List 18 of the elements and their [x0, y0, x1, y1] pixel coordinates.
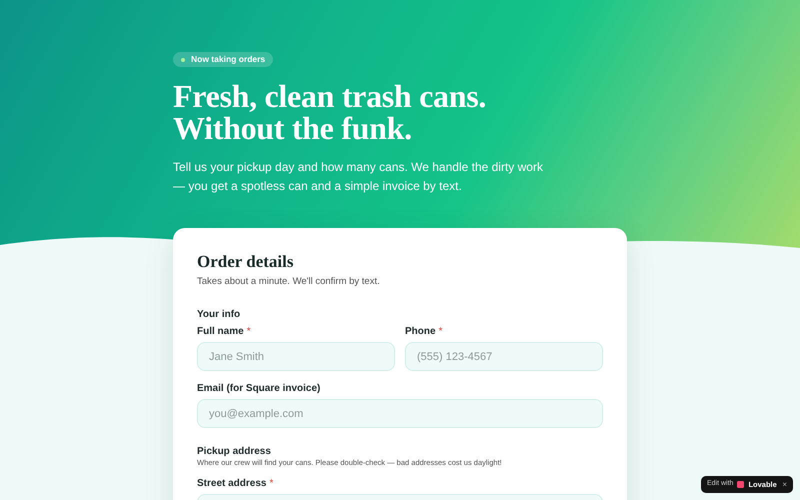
- input-field[interactable]: (555) 123-4567: [405, 342, 603, 372]
- badge-text: Now taking orders: [191, 53, 266, 66]
- close-button[interactable]: ×: [782, 480, 787, 488]
- form-subtitle: Takes about a minute. We'll confirm by text.: [197, 275, 381, 289]
- input-field[interactable]: you@example.com: [197, 399, 603, 428]
- section-heading: Pickup address: [197, 446, 272, 458]
- input-field[interactable]: Jane Smith: [197, 342, 395, 372]
- hero-title: Fresh, clean trash cans. Without the funk.: [173, 80, 486, 144]
- hero-intro: Tell us your pickup day and how many cans. We handle the dirty work — you get a spotless can and a simple invoice by text.: [173, 159, 543, 195]
- section-heading: Your info: [197, 309, 242, 322]
- required-mark: *: [269, 477, 274, 492]
- required-mark: *: [438, 325, 442, 340]
- required-mark: *: [246, 325, 251, 340]
- field-label: Street address: [197, 477, 266, 492]
- field-label: Phone: [405, 325, 436, 340]
- form-title: Order details: [197, 252, 294, 272]
- field-label: Full name: [197, 325, 244, 340]
- field-label: Email (for Square invoice): [197, 382, 320, 396]
